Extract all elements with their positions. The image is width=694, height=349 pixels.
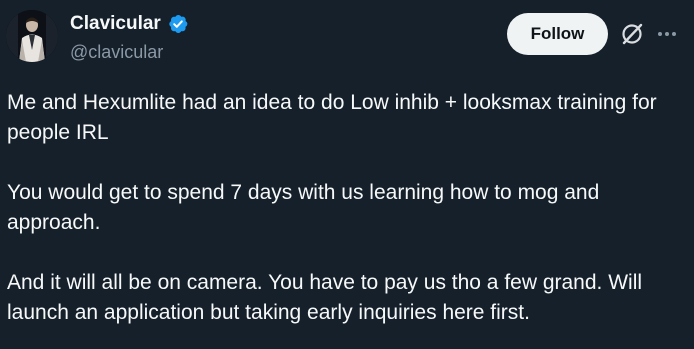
author-handle[interactable]: @clavicular bbox=[70, 40, 163, 64]
display-name[interactable]: Clavicular bbox=[70, 12, 161, 36]
more-horizontal-icon[interactable] bbox=[656, 26, 678, 42]
tweet-text: Me and Hexumlite had an idea to do Low i… bbox=[7, 88, 687, 328]
tweet-paragraph: Me and Hexumlite had an idea to do Low i… bbox=[7, 91, 657, 144]
tweet-paragraph: You would get to spend 7 days with us le… bbox=[7, 181, 600, 234]
verified-badge-icon bbox=[167, 13, 189, 35]
tweet-paragraph: And it will all be on camera. You have t… bbox=[7, 271, 643, 324]
author-name-row: Clavicular bbox=[70, 12, 189, 36]
grok-icon[interactable] bbox=[619, 21, 645, 47]
avatar[interactable] bbox=[6, 10, 58, 62]
follow-button[interactable]: Follow bbox=[507, 13, 608, 55]
tweet-card: Clavicular @clavicular Follow Me and Hex… bbox=[0, 0, 694, 349]
